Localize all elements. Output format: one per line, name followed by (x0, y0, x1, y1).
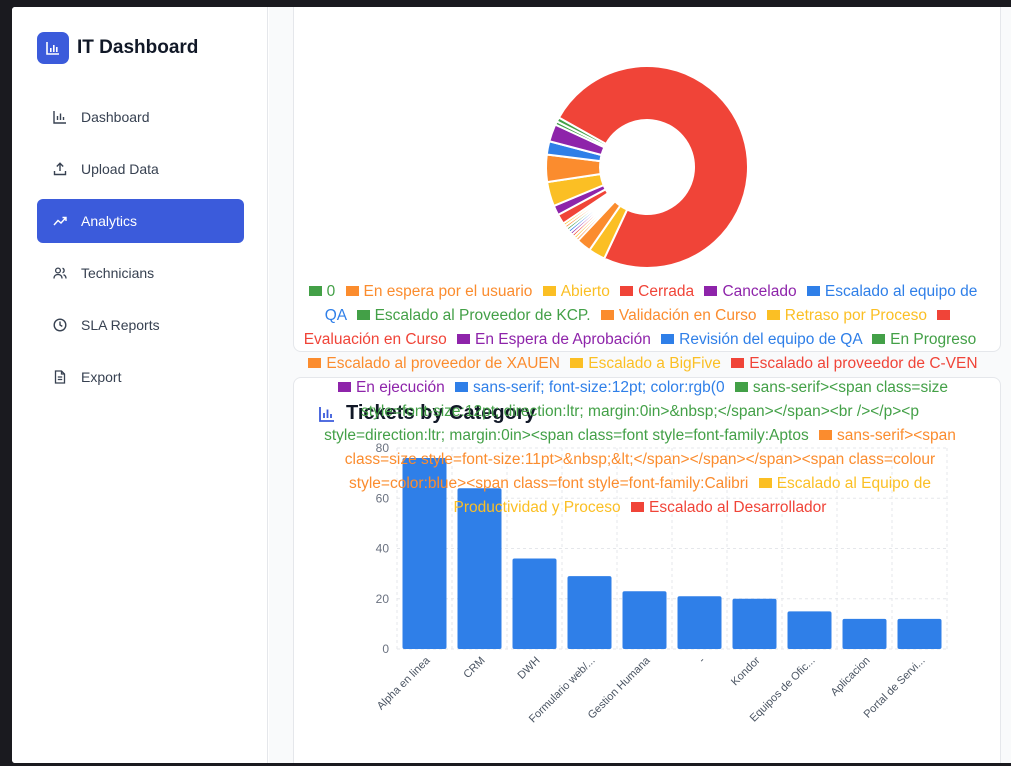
trending-up-icon (53, 214, 67, 228)
legend-swatch (630, 502, 644, 512)
legend-swatch (308, 358, 322, 368)
bar-chart-icon (53, 110, 67, 124)
legend-label: 0 (326, 283, 336, 300)
legend-label: Escalado al Proveedor de KCP. (374, 307, 591, 324)
legend-swatch (600, 310, 614, 320)
legend-label: Escalado al proveedor de C-VEN (749, 355, 978, 372)
legend-item[interactable]: Abierto (537, 283, 610, 300)
legend-label: En espera por el usuario (363, 283, 533, 300)
legend-item[interactable]: Escalado al proveedor de C-VEN (725, 355, 978, 372)
sidebar-item-label: SLA Reports (81, 317, 160, 333)
legend-label: En Progreso (890, 331, 977, 348)
legend-label: En ejecución (355, 379, 445, 396)
bar[interactable] (567, 576, 612, 649)
bar[interactable] (732, 598, 777, 649)
legend-swatch (819, 430, 833, 440)
legend-swatch (542, 286, 556, 296)
users-icon (53, 266, 67, 280)
legend-item[interactable]: En ejecución (332, 379, 445, 396)
bar-chart-logo-icon (37, 32, 69, 64)
legend-swatch (620, 286, 634, 296)
bar[interactable] (787, 611, 832, 649)
sidebar: IT Dashboard Dashboard Upload Data Analy… (12, 7, 268, 763)
legend-item[interactable]: En Progreso (866, 331, 976, 348)
bar[interactable] (512, 558, 557, 649)
legend-label: Escalado al Desarrollador (648, 499, 827, 516)
sidebar-item-analytics[interactable]: Analytics (37, 199, 244, 243)
legend-item[interactable]: Validación en Curso (595, 307, 757, 324)
legend-label: Cerrada (638, 283, 695, 300)
bar[interactable] (622, 591, 667, 649)
legend-item[interactable]: Revisión del equipo de QA (655, 331, 862, 348)
sidebar-item-technicians[interactable]: Technicians (37, 251, 244, 295)
legend-item[interactable]: En espera por el usuario (340, 283, 533, 300)
legend-label: Escalado a BigFive (588, 355, 721, 372)
x-tick-label: Kondor (729, 654, 763, 688)
legend-swatch (734, 382, 748, 392)
bar[interactable] (677, 596, 722, 649)
legend-item[interactable]: Escalado a BigFive (564, 355, 721, 372)
x-tick-label: - (697, 654, 708, 665)
legend-swatch (661, 334, 675, 344)
legend-swatch (356, 310, 370, 320)
legend-label: Retraso por Proceso (784, 307, 927, 324)
sidebar-item-upload-data[interactable]: Upload Data (37, 147, 244, 191)
sidebar-item-export[interactable]: Export (37, 355, 244, 399)
sidebar-item-label: Technicians (81, 265, 155, 281)
legend-label: Cancelado (722, 283, 797, 300)
app-logo[interactable]: IT Dashboard (37, 32, 198, 64)
legend-label: Abierto (560, 283, 610, 300)
clock-icon (53, 318, 67, 332)
legend-label: sans-serif; font-size:12pt; color:rgb(0 (473, 379, 725, 396)
x-tick-label: CRM (461, 655, 487, 681)
legend-item[interactable]: En Espera de Aprobación (451, 331, 651, 348)
legend-label: Validación en Curso (618, 307, 757, 324)
legend-swatch (806, 286, 820, 296)
legend-swatch (758, 478, 772, 488)
legend-swatch (731, 358, 745, 368)
legend-swatch (704, 286, 718, 296)
sidebar-item-sla-reports[interactable]: SLA Reports (37, 303, 244, 347)
y-tick-label: 40 (376, 542, 390, 556)
file-text-icon (53, 370, 67, 384)
legend-item[interactable]: Retraso por Proceso (761, 307, 927, 324)
sidebar-item-label: Upload Data (81, 161, 159, 177)
sidebar-item-label: Export (81, 369, 122, 385)
y-tick-label: 0 (382, 642, 389, 656)
x-tick-label: Aplicacion (829, 655, 873, 699)
legend-swatch (766, 310, 780, 320)
legend-item[interactable]: 0 (303, 283, 336, 300)
sidebar-nav: Dashboard Upload Data Analytics Technici… (37, 95, 244, 407)
legend-item[interactable]: Cancelado (698, 283, 797, 300)
upload-icon (53, 162, 67, 176)
sidebar-item-label: Analytics (81, 213, 138, 229)
legend-swatch (308, 286, 322, 296)
x-tick-label: Alpha en linea (375, 654, 433, 712)
bar[interactable] (842, 618, 887, 649)
app-title: IT Dashboard (77, 37, 199, 58)
bar[interactable] (897, 618, 942, 649)
legend-item[interactable]: Escalado al Desarrollador (625, 499, 826, 516)
x-tick-label: DWH (516, 655, 543, 682)
sidebar-item-label: Dashboard (81, 109, 150, 125)
legend-item[interactable]: Escalado al Proveedor de KCP. (351, 307, 591, 324)
legend-swatch (872, 334, 886, 344)
y-tick-label: 20 (376, 592, 390, 606)
legend-swatch (345, 286, 359, 296)
legend-item[interactable]: Escalado al proveedor de XAUEN (302, 355, 560, 372)
sidebar-item-dashboard[interactable]: Dashboard (37, 95, 244, 139)
legend-label: Evaluación en Curso (303, 331, 447, 348)
legend-label: En Espera de Aprobación (475, 331, 651, 348)
legend-swatch (337, 382, 351, 392)
legend-label: Revisión del equipo de QA (679, 331, 862, 348)
legend-item[interactable]: Cerrada (614, 283, 694, 300)
legend-label: Escalado al proveedor de XAUEN (326, 355, 560, 372)
x-tick-label: Portal de Servi... (862, 655, 928, 721)
legend-swatch (937, 310, 951, 320)
status-chart-legend: 0 En espera por el usuario Abierto Cerra… (300, 280, 980, 520)
legend-swatch (457, 334, 471, 344)
legend-swatch (455, 382, 469, 392)
legend-item[interactable]: sans-serif; font-size:12pt; color:rgb(0 (449, 379, 725, 396)
legend-swatch (570, 358, 584, 368)
